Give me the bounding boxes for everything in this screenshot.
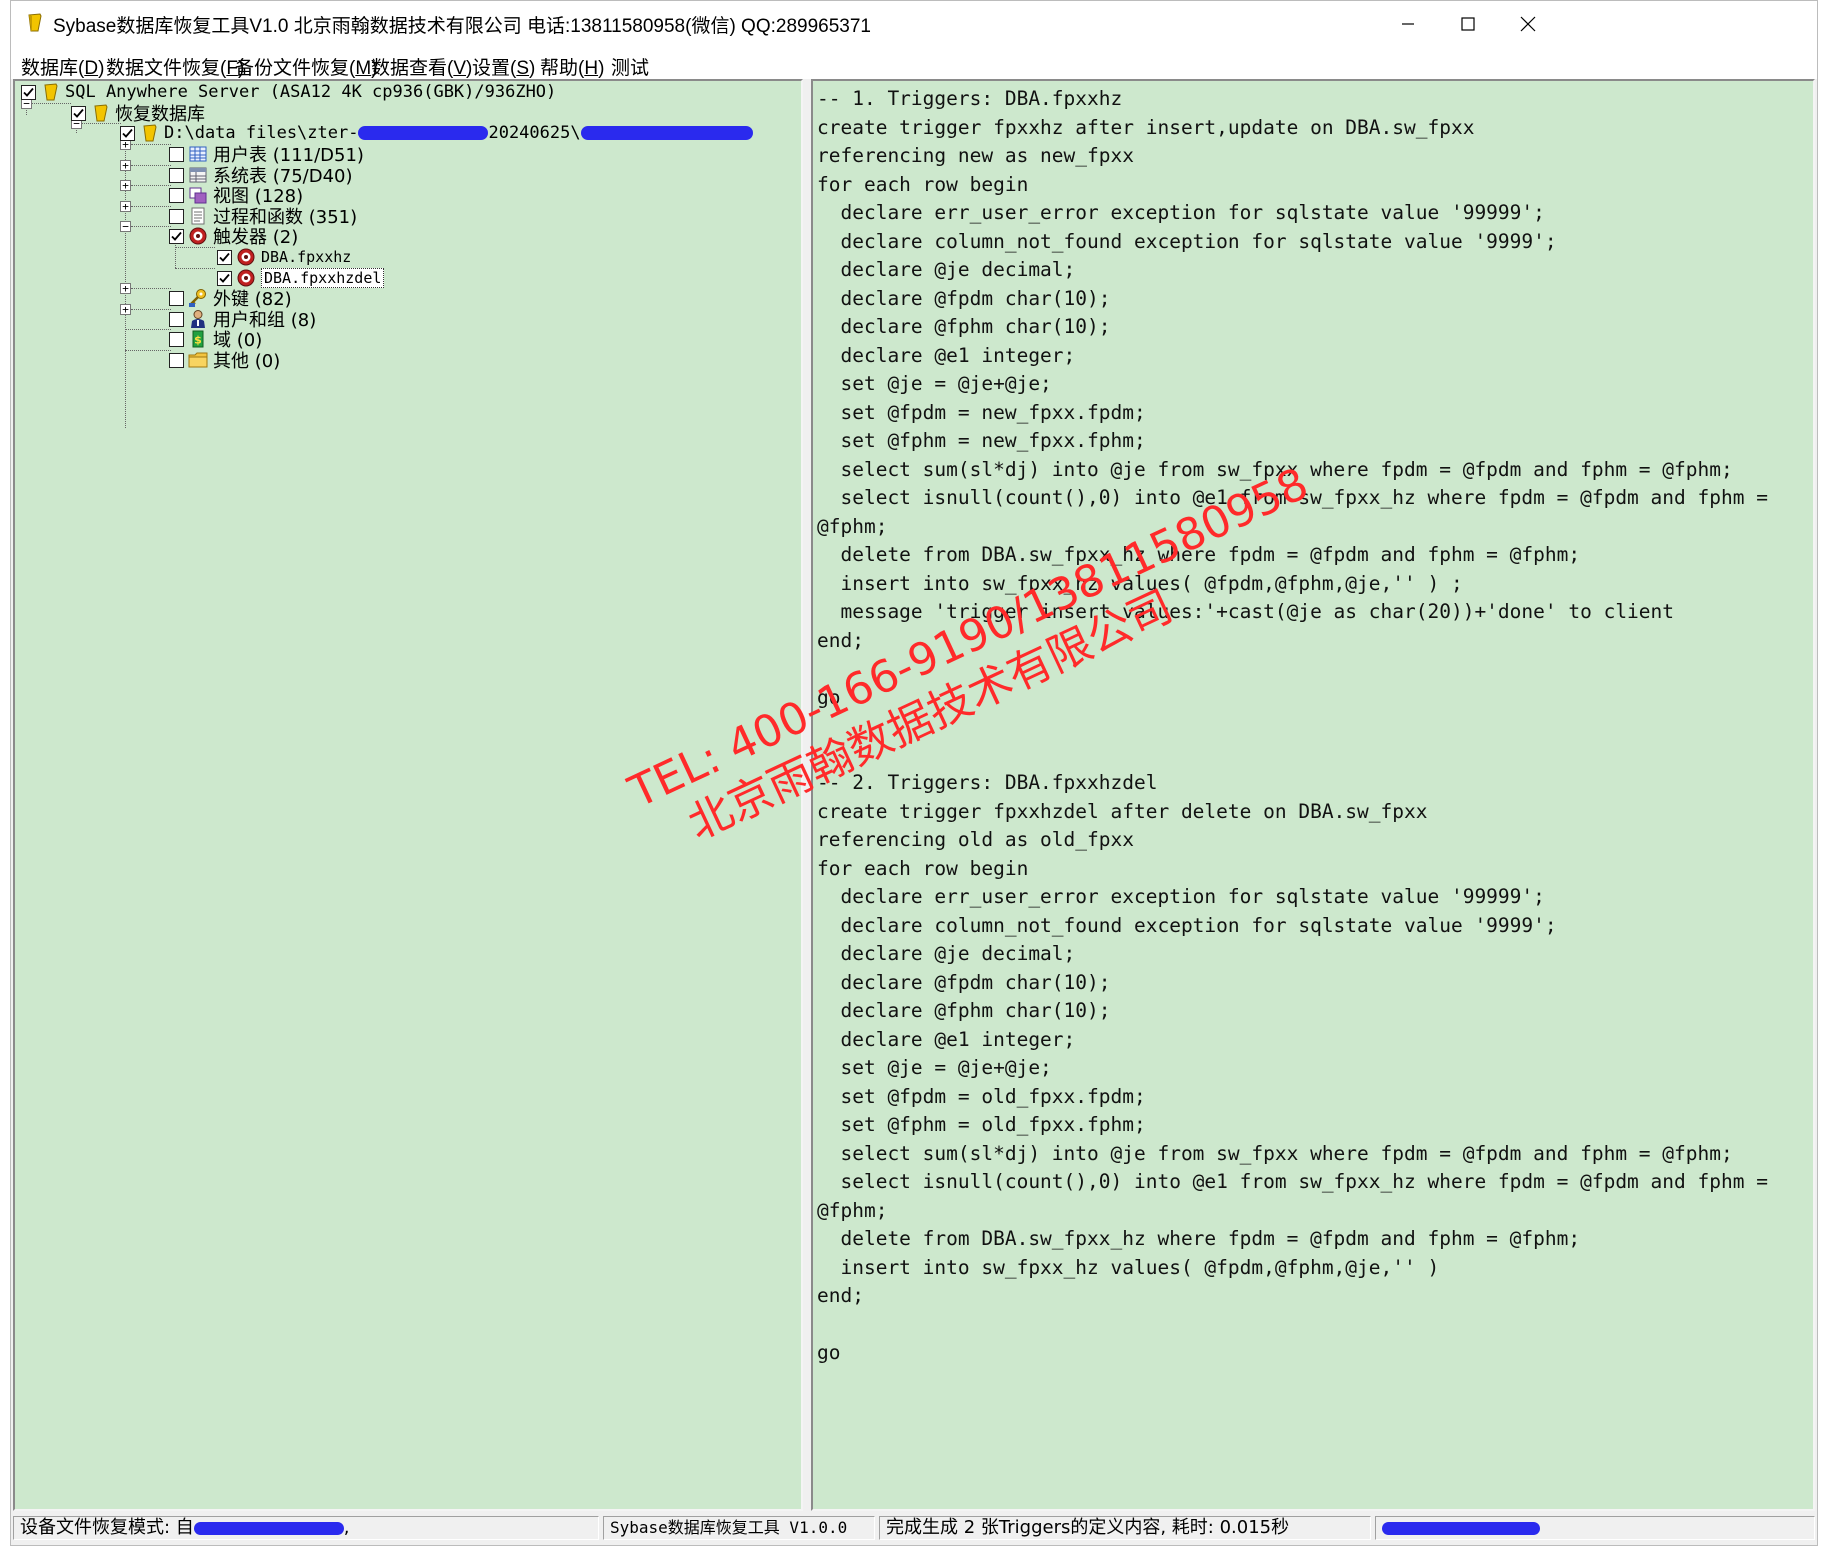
tree-line bbox=[31, 103, 71, 104]
svg-text:$: $ bbox=[194, 334, 202, 347]
expand-toggle[interactable]: + bbox=[120, 160, 131, 171]
maximize-icon bbox=[1461, 17, 1475, 31]
tree-checkbox[interactable] bbox=[217, 270, 232, 286]
tree-checkbox[interactable] bbox=[169, 228, 184, 244]
tree-line bbox=[125, 350, 171, 351]
tree-node-triggers[interactable]: 触发器 (2) bbox=[169, 225, 298, 248]
trigger-definition-text[interactable]: -- 1. Triggers: DBA.fpxxhz create trigge… bbox=[817, 85, 1807, 1368]
tree-checkbox[interactable] bbox=[169, 167, 184, 183]
title-bar[interactable]: Sybase数据库恢复工具V1.0 北京雨翰数据技术有限公司 电话:138115… bbox=[11, 1, 1817, 47]
tree-checkbox[interactable] bbox=[169, 311, 184, 327]
trigger-icon bbox=[189, 227, 207, 245]
table-icon bbox=[189, 146, 207, 162]
tree-checkbox[interactable] bbox=[169, 208, 184, 224]
close-button[interactable] bbox=[1493, 1, 1563, 47]
database-icon bbox=[44, 83, 58, 101]
menu-settings[interactable]: 设置(S) bbox=[472, 53, 535, 80]
checkmark-icon bbox=[171, 231, 182, 241]
trigger-icon bbox=[237, 248, 255, 266]
tree-node-trigger-fpxxhz[interactable]: DBA.fpxxhz bbox=[217, 246, 351, 268]
redacted-mark bbox=[193, 1521, 344, 1535]
checkmark-icon bbox=[73, 108, 84, 118]
status-message: 完成生成 2 张Triggers的定义内容, 耗时: 0.015秒 bbox=[879, 1516, 1371, 1540]
folder-icon bbox=[188, 352, 208, 368]
tree-checkbox[interactable] bbox=[169, 290, 184, 306]
minimize-icon bbox=[1402, 23, 1414, 25]
database-file-icon bbox=[143, 124, 157, 142]
app-window: Sybase数据库恢复工具V1.0 北京雨翰数据技术有限公司 电话:138115… bbox=[10, 0, 1818, 1546]
status-recovery-mode: 设备文件恢复模式: 自, bbox=[13, 1516, 599, 1540]
tree-checkbox[interactable] bbox=[120, 125, 135, 141]
procedure-icon bbox=[191, 207, 205, 225]
tree-checkbox[interactable] bbox=[21, 84, 36, 100]
tree-line bbox=[131, 309, 171, 310]
domain-icon: $ bbox=[192, 330, 204, 348]
tree-checkbox[interactable] bbox=[169, 187, 184, 203]
tree-checkbox[interactable] bbox=[217, 249, 232, 265]
checkmark-icon bbox=[122, 128, 133, 138]
redacted-mark bbox=[580, 126, 753, 140]
system-table-icon bbox=[189, 167, 207, 183]
tree-line bbox=[125, 329, 171, 330]
tree-line bbox=[175, 247, 215, 248]
pane-splitter[interactable] bbox=[803, 79, 811, 1511]
tree-line bbox=[131, 144, 171, 145]
menu-data-view[interactable]: 数据查看(V) bbox=[371, 53, 472, 80]
status-extra bbox=[1375, 1516, 1815, 1540]
status-product: Sybase数据库恢复工具 V1.0.0 bbox=[603, 1516, 875, 1540]
checkmark-icon bbox=[219, 273, 230, 283]
tree-node-server[interactable]: SQL Anywhere Server (ASA12 4K cp936(GBK)… bbox=[21, 81, 556, 103]
database-icon bbox=[94, 104, 108, 122]
user-icon bbox=[191, 310, 205, 328]
menu-bar: 数据库(D) 数据文件恢复(F) 备份文件恢复(M) 数据查看(V) 设置(S)… bbox=[11, 47, 1817, 79]
menu-data-file-recovery[interactable]: 数据文件恢复(F) bbox=[106, 53, 244, 80]
menu-database[interactable]: 数据库(D) bbox=[21, 53, 104, 80]
tree-checkbox[interactable] bbox=[169, 146, 184, 162]
tree-line bbox=[131, 288, 171, 289]
tree-line bbox=[131, 165, 171, 166]
tree-checkbox[interactable] bbox=[169, 331, 184, 347]
tree-line bbox=[125, 133, 126, 428]
tree-checkbox[interactable] bbox=[71, 105, 86, 121]
tree-checkbox[interactable] bbox=[169, 352, 184, 368]
checkmark-icon bbox=[23, 87, 34, 97]
menu-test[interactable]: 测试 bbox=[611, 53, 649, 80]
expand-toggle[interactable]: + bbox=[120, 283, 131, 294]
collapse-toggle[interactable]: − bbox=[120, 221, 131, 232]
tree-line bbox=[131, 185, 171, 186]
key-icon bbox=[189, 289, 206, 307]
object-tree-pane[interactable]: − − + + + + − + + SQL Anywhere Server (A… bbox=[13, 79, 803, 1511]
redacted-mark bbox=[358, 126, 489, 140]
tree-line bbox=[131, 226, 171, 227]
expand-toggle[interactable]: + bbox=[120, 304, 131, 315]
window-title: Sybase数据库恢复工具V1.0 北京雨翰数据技术有限公司 电话:138115… bbox=[53, 16, 871, 37]
expand-toggle[interactable]: + bbox=[120, 201, 131, 212]
menu-help[interactable]: 帮助(H) bbox=[540, 53, 604, 80]
definition-text-pane[interactable]: -- 1. Triggers: DBA.fpxxhz create trigge… bbox=[811, 79, 1815, 1511]
checkmark-icon bbox=[219, 252, 230, 262]
tree-line bbox=[175, 268, 215, 269]
menu-backup-file-recovery[interactable]: 备份文件恢复(M) bbox=[235, 53, 377, 80]
redacted-mark bbox=[1382, 1521, 1540, 1535]
database-app-icon bbox=[28, 13, 42, 32]
tree-line bbox=[131, 206, 171, 207]
status-bar: 设备文件恢复模式: 自, Sybase数据库恢复工具 V1.0.0 完成生成 2… bbox=[11, 1511, 1817, 1545]
tree-node-recovered-database[interactable]: 恢复数据库 bbox=[71, 102, 205, 125]
view-icon bbox=[189, 187, 207, 204]
close-icon bbox=[1520, 16, 1536, 32]
tree-node-others[interactable]: 其他 (0) bbox=[169, 349, 280, 372]
expand-toggle[interactable]: + bbox=[120, 180, 131, 191]
